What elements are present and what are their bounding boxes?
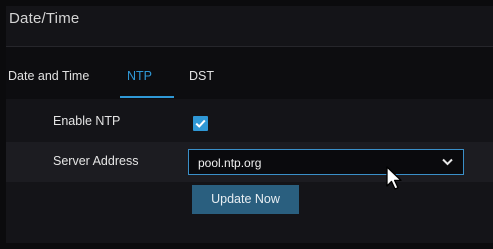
date-time-panel: Date/Time Date and Time NTP DST Enable N… [6, 6, 493, 243]
server-address-label: Server Address [53, 154, 139, 168]
update-now-button[interactable]: Update Now [192, 185, 299, 214]
tab-bar: Date and Time NTP DST [6, 47, 493, 99]
enable-ntp-checkbox[interactable] [193, 116, 208, 131]
server-address-row: Server Address pool.ntp.org [6, 142, 493, 182]
active-tab-indicator [120, 96, 174, 98]
enable-ntp-row: Enable NTP [6, 99, 493, 145]
tab-dst[interactable]: DST [189, 69, 214, 83]
panel-title: Date/Time [9, 10, 80, 27]
server-address-value: pool.ntp.org [198, 156, 262, 170]
chevron-down-icon [442, 158, 453, 166]
tab-date-and-time[interactable]: Date and Time [8, 69, 89, 83]
server-address-select[interactable]: pool.ntp.org [188, 149, 464, 175]
check-icon [195, 119, 206, 128]
tab-ntp[interactable]: NTP [127, 69, 152, 83]
enable-ntp-label: Enable NTP [53, 114, 121, 128]
